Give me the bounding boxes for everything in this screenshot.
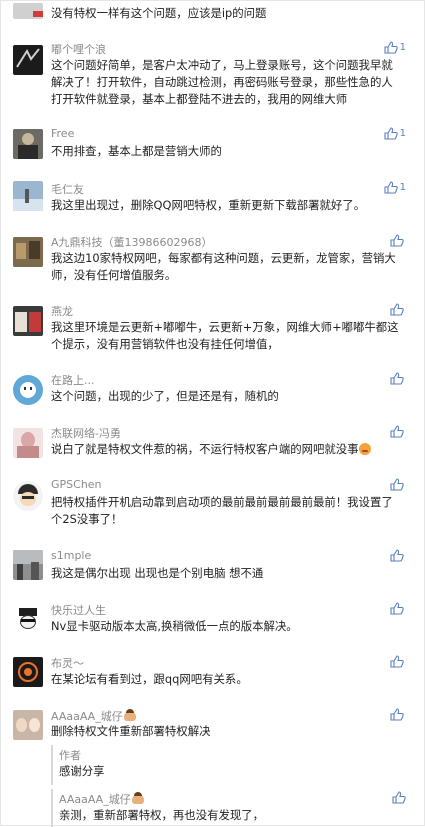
thumbs-up-icon [390,425,404,438]
reply-text: 亲测，重新部署特权，再也没有发现了， [59,808,265,822]
commenter-name-text: AAaaAA_城仔 [51,710,123,723]
commenter-name[interactable]: 嘟个哩个浪 [51,41,106,57]
comment-text: 把特权插件开机启动靠到启动项的最前最前最前最前最前！我设置了个2S没事了！ [51,495,393,526]
thumbs-up-icon [384,41,398,54]
reply-text: 感谢分享 [59,764,105,778]
comment-text: 我这是偶尔出现 出现也是个别电脑 想不通 [51,566,264,580]
thumbs-up-icon [390,549,404,562]
like-button[interactable] [390,478,406,491]
avatar[interactable] [13,129,43,159]
avatar[interactable] [13,237,43,267]
reply-author[interactable]: AAaaAA_城仔 [59,791,144,807]
commenter-name[interactable]: AAaaAA_城仔 [51,708,136,724]
comment-text: 在某论坛有看到过，跟qq网吧有关系。 [51,672,248,686]
comment-text: 没有特权一样有这个问题，应该是ip的问题 [51,6,267,20]
thumbs-up-icon [390,655,404,668]
thumbs-up-icon [390,234,404,247]
like-button[interactable] [390,425,406,438]
like-button[interactable]: 1 [384,181,406,194]
like-count: 1 [399,42,406,53]
comment-text: 这个问题好简单，是客户太冲动了，马上登录账号，这个问题我早就解决了！打开软件，自… [51,58,393,106]
avatar[interactable] [13,375,43,405]
comment-text: 我这里出现过，删除QQ网吧特权，重新更新下载部署就好了。 [51,198,366,212]
avatar[interactable] [13,604,43,634]
avatar[interactable] [13,428,43,458]
like-button[interactable] [390,303,406,316]
like-button[interactable] [390,655,406,668]
comment-text: 我这边10家特权网吧，每家都有这种问题，云更新，龙管家，营销大师，没有任何增值服… [51,251,396,282]
like-count: 1 [399,128,406,139]
like-button[interactable]: 1 [384,41,406,54]
like-button[interactable] [390,234,406,247]
thumbs-up-icon [384,127,398,140]
commenter-name[interactable]: s1mple [51,549,91,562]
like-button[interactable] [390,602,406,615]
comment-text-body: 说白了就是特权文件惹的祸，不运行特权客户端的网吧就没事 [51,442,359,456]
thumbs-up-icon [390,372,404,385]
reply-thread-bar [51,745,53,785]
user-badge-icon [123,709,136,721]
thumbs-up-icon [392,791,406,804]
avatar[interactable] [13,45,43,75]
reply-thread-bar [51,789,53,827]
commenter-name[interactable]: 快乐过人生 [51,602,106,618]
like-button[interactable]: 1 [384,127,406,140]
commenter-name[interactable]: 燕龙 [51,303,73,319]
thumbs-up-icon [390,303,404,316]
like-button[interactable] [390,708,406,721]
reply-author-text: AAaaAA_城仔 [59,793,131,806]
user-badge-icon [131,792,144,804]
thumbs-up-icon [384,181,398,194]
commenter-name[interactable]: A九鼎科技（董13986602968） [51,234,213,250]
comment-text: Nv显卡驱动版本太高,换稍微低一点的版本解决。 [51,619,298,633]
avatar[interactable] [13,550,43,580]
commenter-name[interactable]: GPSChen [51,478,102,491]
avatar[interactable] [13,3,43,19]
comment-text: 不用排查，基本上都是营销大师的 [51,144,222,158]
avatar[interactable] [13,710,43,740]
commenter-name[interactable]: 布灵～ [51,655,84,671]
comment-text: 删除特权文件重新部署特权解决 [51,724,211,738]
avatar[interactable] [13,657,43,687]
reply-author[interactable]: 作者 [59,747,81,763]
sad-face-emoji-icon [358,443,371,455]
avatar[interactable] [13,181,43,211]
comment-text: 这个问题，出现的少了，但是还是有，随机的 [51,389,279,403]
avatar[interactable] [13,306,43,336]
like-button[interactable] [392,791,406,804]
commenter-name[interactable]: 毛仁友 [51,181,84,197]
comment-text: 我这里环境是云更新+嘟嘟牛，云更新+万象，网维大师+嘟嘟牛都这个提示，没有用营销… [51,320,399,351]
avatar[interactable] [13,481,43,511]
like-button[interactable] [390,372,406,385]
commenter-name[interactable]: Free [51,127,74,140]
thumbs-up-icon [390,708,404,721]
comment-text: 说白了就是特权文件惹的祸，不运行特权客户端的网吧就没事 [51,441,404,458]
like-count: 1 [399,182,406,193]
comment-list: 没有特权一样有这个问题，应该是ip的问题 嘟个哩个浪 1 这个问题好简单，是客户… [0,0,425,827]
commenter-name[interactable]: 在路上... [51,372,95,388]
like-button[interactable] [390,549,406,562]
thumbs-up-icon [390,602,404,615]
thumbs-up-icon [390,478,404,491]
commenter-name[interactable]: 杰联网络-冯勇 [51,425,121,441]
